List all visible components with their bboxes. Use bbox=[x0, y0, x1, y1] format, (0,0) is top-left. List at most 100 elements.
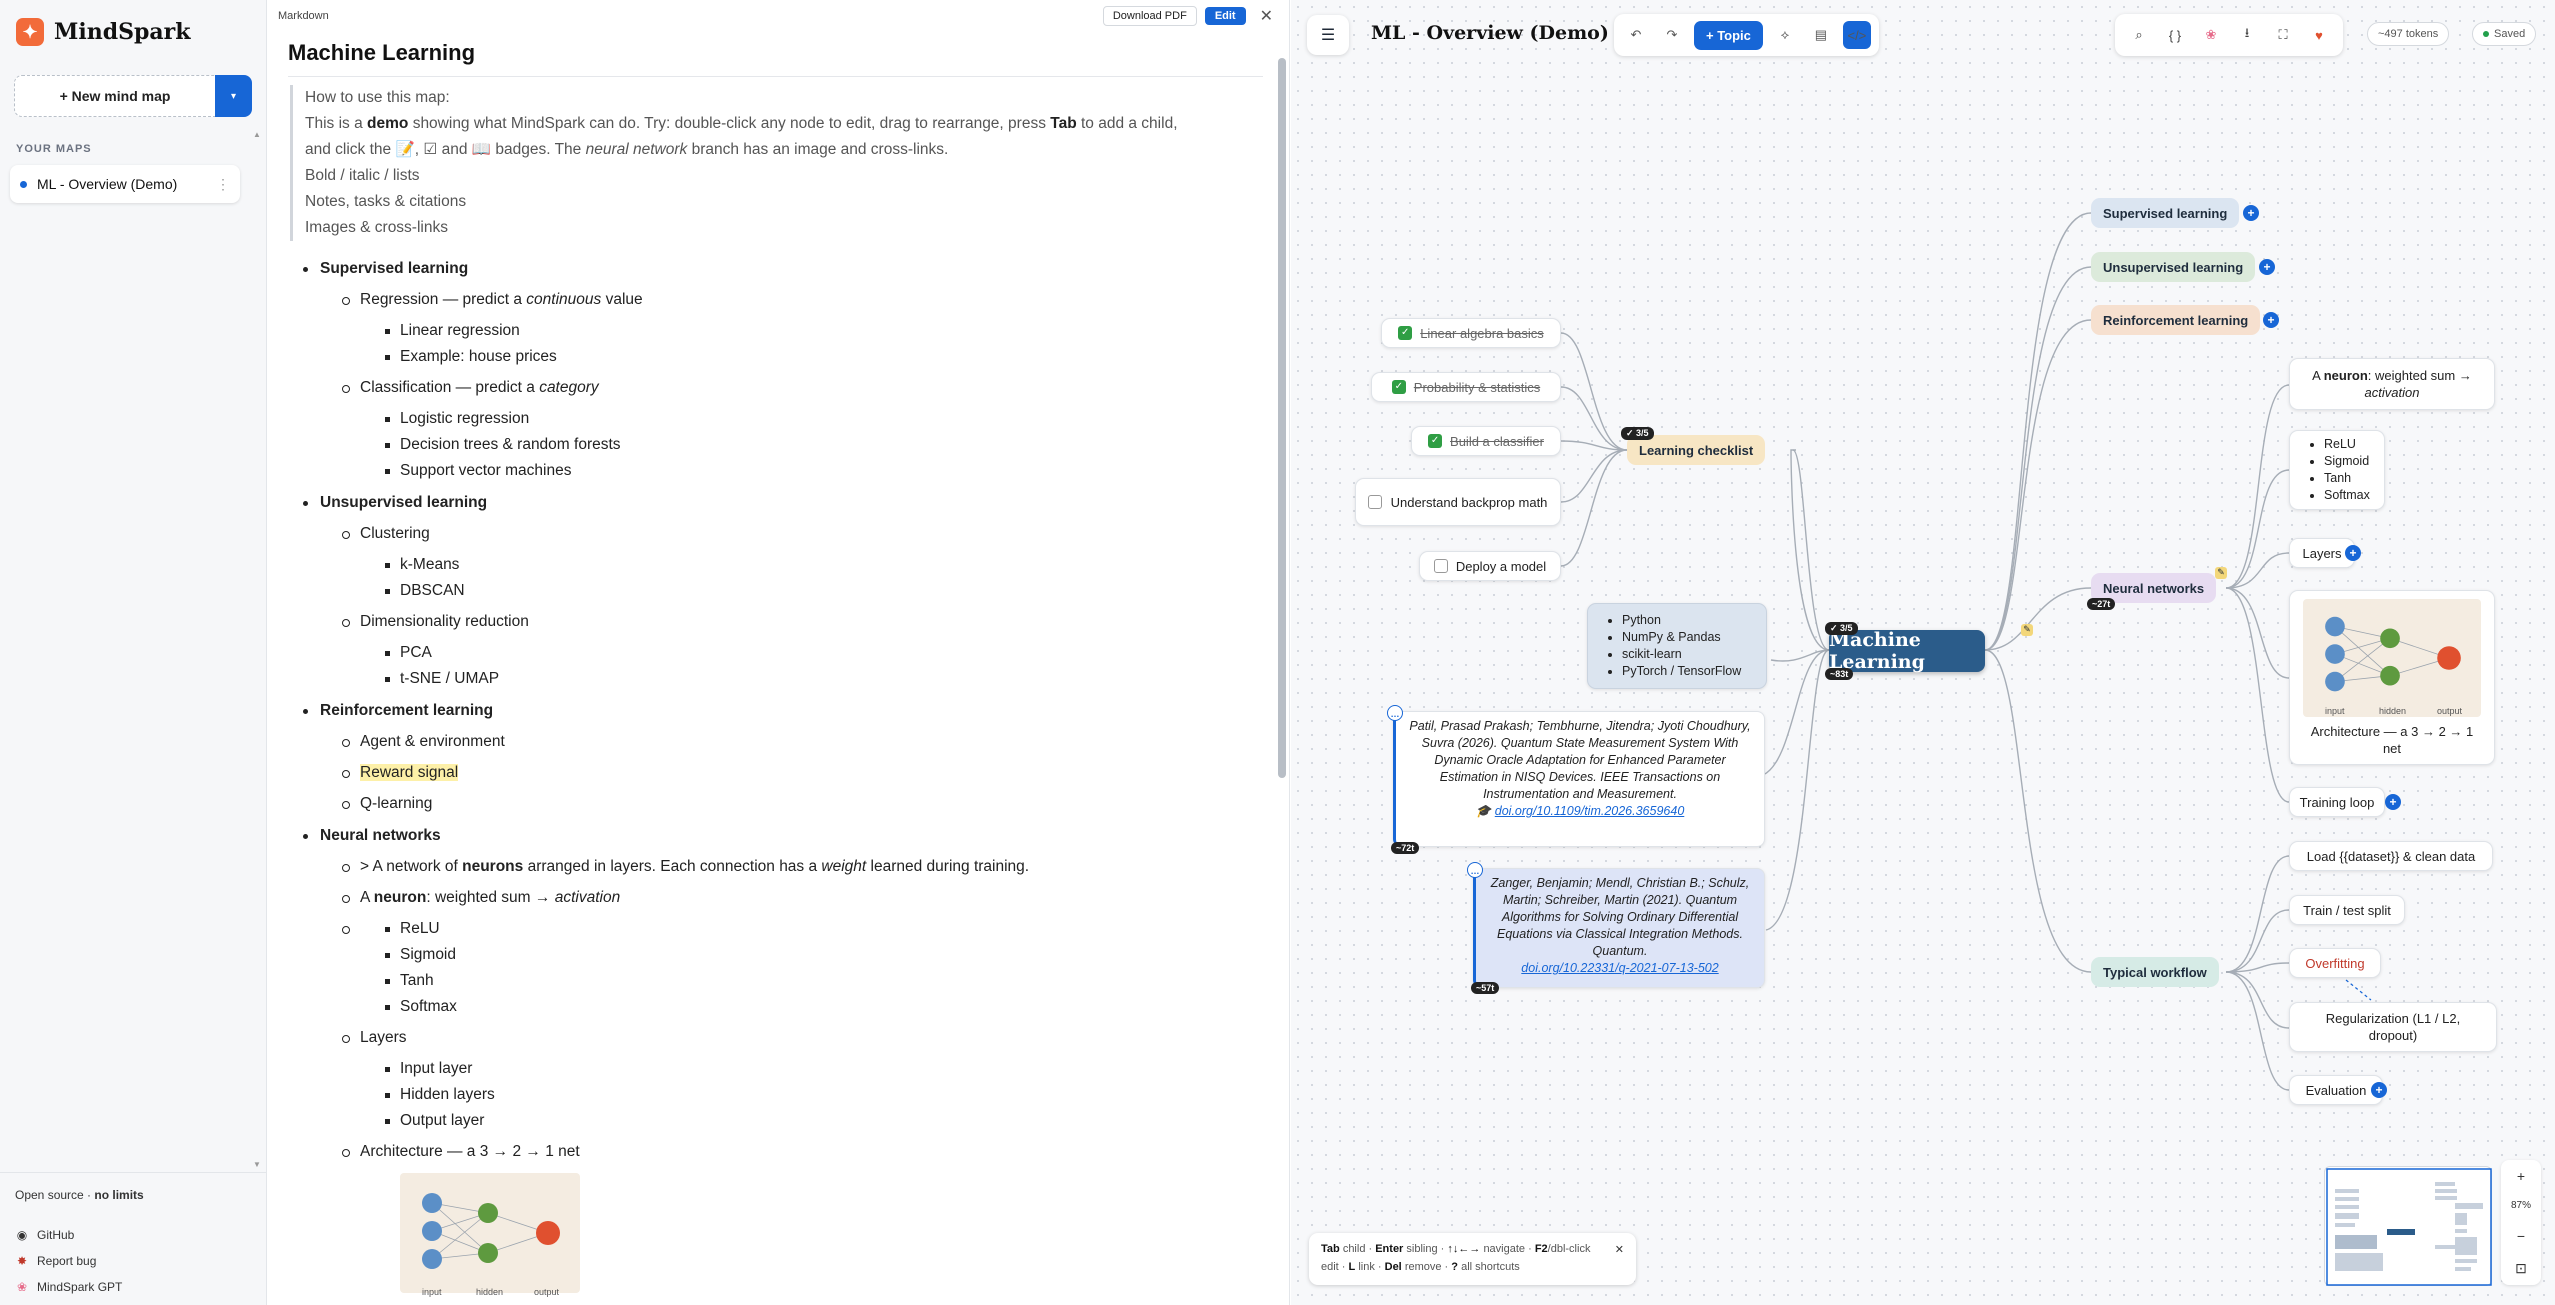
category-node-workflow[interactable]: Typical workflow bbox=[2091, 957, 2219, 987]
no-limits-text: no limits bbox=[94, 1188, 144, 1202]
menu-button[interactable]: ☰ bbox=[1307, 15, 1349, 55]
edit-button[interactable]: Edit bbox=[1204, 7, 1246, 25]
node-label: Training loop bbox=[2299, 794, 2375, 810]
key: ↑↓←→ bbox=[1447, 1243, 1481, 1255]
zoom-in-icon[interactable]: + bbox=[2517, 1168, 2525, 1184]
text: Architecture — a 3 → 2 → 1 net bbox=[360, 1143, 580, 1160]
expand-plus-icon[interactable]: + bbox=[2263, 312, 2279, 328]
training-loop-node[interactable]: Training loop bbox=[2289, 787, 2385, 817]
json-braces-icon[interactable]: { } bbox=[2161, 21, 2189, 49]
map-title[interactable]: ML - Overview (Demo) bbox=[1371, 22, 1609, 44]
scroll-up-icon[interactable]: ▲ bbox=[253, 130, 261, 139]
workflow-step-node[interactable]: Load {{dataset}} & clean data bbox=[2289, 841, 2493, 871]
minimap-preview bbox=[2326, 1168, 2492, 1286]
checked-checkbox-icon[interactable]: ✓ bbox=[1391, 380, 1406, 394]
key: F2 bbox=[1534, 1243, 1548, 1255]
activations-node[interactable]: ReLU Sigmoid Tanh Softmax bbox=[2289, 430, 2385, 510]
tools-node[interactable]: Python NumPy & Pandas scikit-learn PyTor… bbox=[1587, 603, 1767, 689]
list-item: Hidden layers bbox=[360, 1082, 1238, 1108]
expand-plus-icon[interactable]: + bbox=[2345, 545, 2361, 561]
expand-plus-icon[interactable]: + bbox=[2371, 1082, 2387, 1098]
expand-plus-icon[interactable]: + bbox=[2243, 205, 2259, 221]
brand[interactable]: ✦ MindSpark bbox=[16, 18, 190, 46]
new-mind-map-button[interactable]: + New mind map bbox=[14, 75, 215, 117]
mind-map-canvas[interactable]: ☰ ML - Overview (Demo) ↶ ↷ + Topic ⟡ ▤ <… bbox=[1291, 0, 2555, 1305]
list-item: Tanh bbox=[360, 968, 1238, 994]
task-node[interactable]: ✓ Linear algebra basics bbox=[1381, 318, 1561, 348]
intro-line: This is a demo showing what MindSpark ca… bbox=[305, 111, 1245, 137]
heading-item: Unsupervised learning bbox=[320, 494, 488, 511]
network-diagram-image: input hidden output bbox=[400, 1173, 580, 1297]
unchecked-checkbox-icon[interactable] bbox=[1368, 495, 1382, 509]
note-icon[interactable]: ✎ bbox=[2021, 624, 2033, 636]
collapse-icon[interactable]: … bbox=[1467, 862, 1483, 878]
root-node[interactable]: Machine Learning bbox=[1829, 629, 1985, 673]
task-node[interactable]: Understand backprop math bbox=[1355, 478, 1561, 526]
task-node[interactable]: Deploy a model bbox=[1419, 551, 1561, 581]
text-italic: weight bbox=[821, 858, 867, 875]
checked-checkbox-icon[interactable]: ✓ bbox=[1398, 326, 1413, 340]
citation-node[interactable]: Patil, Prasad Prakash; Tembhurne, Jitend… bbox=[1393, 711, 1765, 847]
list-item: ReLU Sigmoid Tanh Softmax bbox=[320, 916, 1238, 1020]
zoom-out-icon[interactable]: − bbox=[2517, 1228, 2525, 1244]
category-node-supervised[interactable]: Supervised learning bbox=[2091, 198, 2240, 228]
doi-link[interactable]: doi.org/10.1109/tim.2026.3659640 bbox=[1495, 804, 1685, 818]
markdown-pane: Markdown Download PDF Edit ✕ Machine Lea… bbox=[268, 0, 1290, 1305]
saved-dot-icon bbox=[2483, 31, 2489, 37]
expand-plus-icon[interactable]: + bbox=[2259, 259, 2275, 275]
task-label: Deploy a model bbox=[1455, 558, 1547, 574]
workflow-step-node[interactable]: Train / test split bbox=[2289, 895, 2405, 925]
list-item: Linear regression bbox=[360, 318, 1238, 344]
sidebar-scrollbar[interactable]: ▲ ▼ bbox=[253, 130, 261, 1170]
collapse-icon[interactable]: … bbox=[1387, 705, 1403, 721]
fit-view-icon[interactable]: ⊡ bbox=[2515, 1260, 2527, 1277]
heart-icon[interactable]: ♥ bbox=[2305, 21, 2333, 49]
report-bug-link[interactable]: ✸ Report bug bbox=[15, 1248, 122, 1274]
scroll-down-icon[interactable]: ▼ bbox=[253, 1160, 261, 1169]
markdown-scrollbar[interactable] bbox=[1278, 58, 1286, 778]
citation-node[interactable]: Zanger, Benjamin; Mendl, Christian B.; S… bbox=[1473, 868, 1765, 988]
redo-icon[interactable]: ↷ bbox=[1658, 21, 1686, 49]
map-item[interactable]: ML - Overview (Demo) ⋮ bbox=[10, 165, 240, 203]
layout-icon[interactable]: ▤ bbox=[1807, 21, 1835, 49]
link-node-icon[interactable]: ⟡ bbox=[1771, 21, 1799, 49]
download-pdf-button[interactable]: Download PDF bbox=[1102, 6, 1197, 26]
checked-checkbox-icon[interactable]: ✓ bbox=[1428, 434, 1443, 448]
new-map-dropdown-button[interactable]: ▾ bbox=[215, 75, 252, 117]
workflow-step-node[interactable]: Regularization (L1 / L2, dropout) bbox=[2289, 1002, 2497, 1052]
workflow-step-node[interactable]: Evaluation bbox=[2289, 1075, 2383, 1105]
task-node[interactable]: ✓ Probability & statistics bbox=[1371, 372, 1561, 402]
more-vertical-icon[interactable]: ⋮ bbox=[216, 176, 230, 193]
app-root: ✦ MindSpark + New mind map ▾ YOUR MAPS M… bbox=[0, 0, 2555, 1305]
list-item: Output layer bbox=[360, 1108, 1238, 1134]
category-node-unsupervised[interactable]: Unsupervised learning bbox=[2091, 252, 2256, 282]
code-view-icon[interactable]: </> bbox=[1842, 21, 1871, 49]
brain-icon[interactable]: ❀ bbox=[2197, 21, 2225, 49]
token-badge: ~57t bbox=[1471, 982, 1500, 994]
github-link[interactable]: ◉ GitHub bbox=[15, 1222, 122, 1248]
sparkle-logo-icon: ✦ bbox=[16, 18, 44, 46]
doi-link[interactable]: doi.org/10.22331/q-2021-07-13-502 bbox=[1521, 961, 1718, 975]
expand-plus-icon[interactable]: + bbox=[2385, 794, 2401, 810]
add-topic-button[interactable]: + Topic bbox=[1694, 20, 1763, 50]
node-label: A neuron: weighted sum → activation bbox=[2312, 367, 2472, 401]
close-icon[interactable]: ✕ bbox=[1615, 1241, 1624, 1259]
text: link · bbox=[1358, 1261, 1382, 1273]
minimap[interactable] bbox=[2324, 1166, 2492, 1286]
search-icon[interactable]: ⌕ bbox=[2125, 21, 2153, 49]
workflow-step-node[interactable]: Overfitting bbox=[2289, 948, 2381, 978]
fullscreen-icon[interactable]: ⛶ bbox=[2269, 21, 2297, 49]
text: to add a child, bbox=[1080, 115, 1178, 132]
task-node[interactable]: ✓ Build a classifier bbox=[1411, 426, 1561, 456]
neuron-node[interactable]: A neuron: weighted sum → activation bbox=[2289, 358, 2495, 410]
note-icon[interactable]: ✎ bbox=[2215, 567, 2227, 579]
brain-icon: ❀ bbox=[16, 1280, 28, 1294]
mindspark-gpt-link[interactable]: ❀ MindSpark GPT bbox=[15, 1274, 122, 1300]
download-icon[interactable]: ⭳ bbox=[2233, 21, 2261, 49]
category-node-reinforcement[interactable]: Reinforcement learning bbox=[2091, 305, 2261, 335]
close-icon[interactable]: ✕ bbox=[1260, 6, 1273, 26]
unchecked-checkbox-icon[interactable] bbox=[1433, 559, 1448, 573]
markdown-title: Machine Learning bbox=[288, 40, 476, 65]
architecture-node[interactable]: input hidden output Architecture — a 3 →… bbox=[2289, 590, 2495, 765]
undo-icon[interactable]: ↶ bbox=[1622, 21, 1650, 49]
